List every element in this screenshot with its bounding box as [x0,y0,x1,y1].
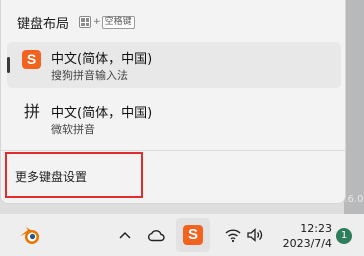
shortcut-space-key: 空格键 [101,15,135,29]
taskbar: S 12:23 2023/7/4 1 [0,214,364,256]
sogou-tray-glyph: S [183,225,203,245]
more-keyboard-settings-link[interactable]: 更多键盘设置 [5,152,143,198]
background-window-edge [344,0,364,214]
sogou-tray-icon[interactable]: S [176,218,210,252]
ime-item-sogou[interactable]: S 中文(简体，中国) 搜狗拼音输入法 [7,42,341,88]
shortcut-plus: + [93,17,101,27]
sogou-icon: S [22,50,41,69]
microsoft-pinyin-icon: 拼 [23,102,40,121]
ime-item-description: 搜狗拼音输入法 [51,69,128,82]
ime-item-name: 中文(简体，中国) [51,106,153,121]
selection-indicator [7,57,10,73]
clock-time: 12:23 [300,222,332,235]
volume-icon[interactable] [246,226,264,244]
clock-date: 2023/7/4 [282,237,332,250]
divider [1,150,345,151]
ime-item-microsoft-pinyin[interactable]: 拼 中文(简体，中国) 微软拼音 [7,96,341,142]
ime-item-description: 微软拼音 [51,123,95,136]
flyout-title: 键盘布局 [17,16,70,32]
windows-key-icon [79,16,92,28]
keyboard-layout-flyout: 键盘布局 + 空格键 S 中文(简体，中国) 搜狗拼音输入法 拼 中文(简体，中… [0,0,346,204]
ime-item-name: 中文(简体，中国) [51,52,153,67]
taskbar-clock[interactable]: 12:23 2023/7/4 [278,220,332,252]
more-keyboard-settings-label: 更多键盘设置 [15,170,88,184]
chevron-up-icon[interactable] [116,226,134,244]
cloud-icon[interactable] [146,226,166,244]
wifi-icon[interactable] [224,226,242,244]
flyout-header: 键盘布局 + 空格键 [17,12,135,32]
blender-icon[interactable] [18,224,42,246]
notification-badge[interactable]: 1 [336,228,352,244]
